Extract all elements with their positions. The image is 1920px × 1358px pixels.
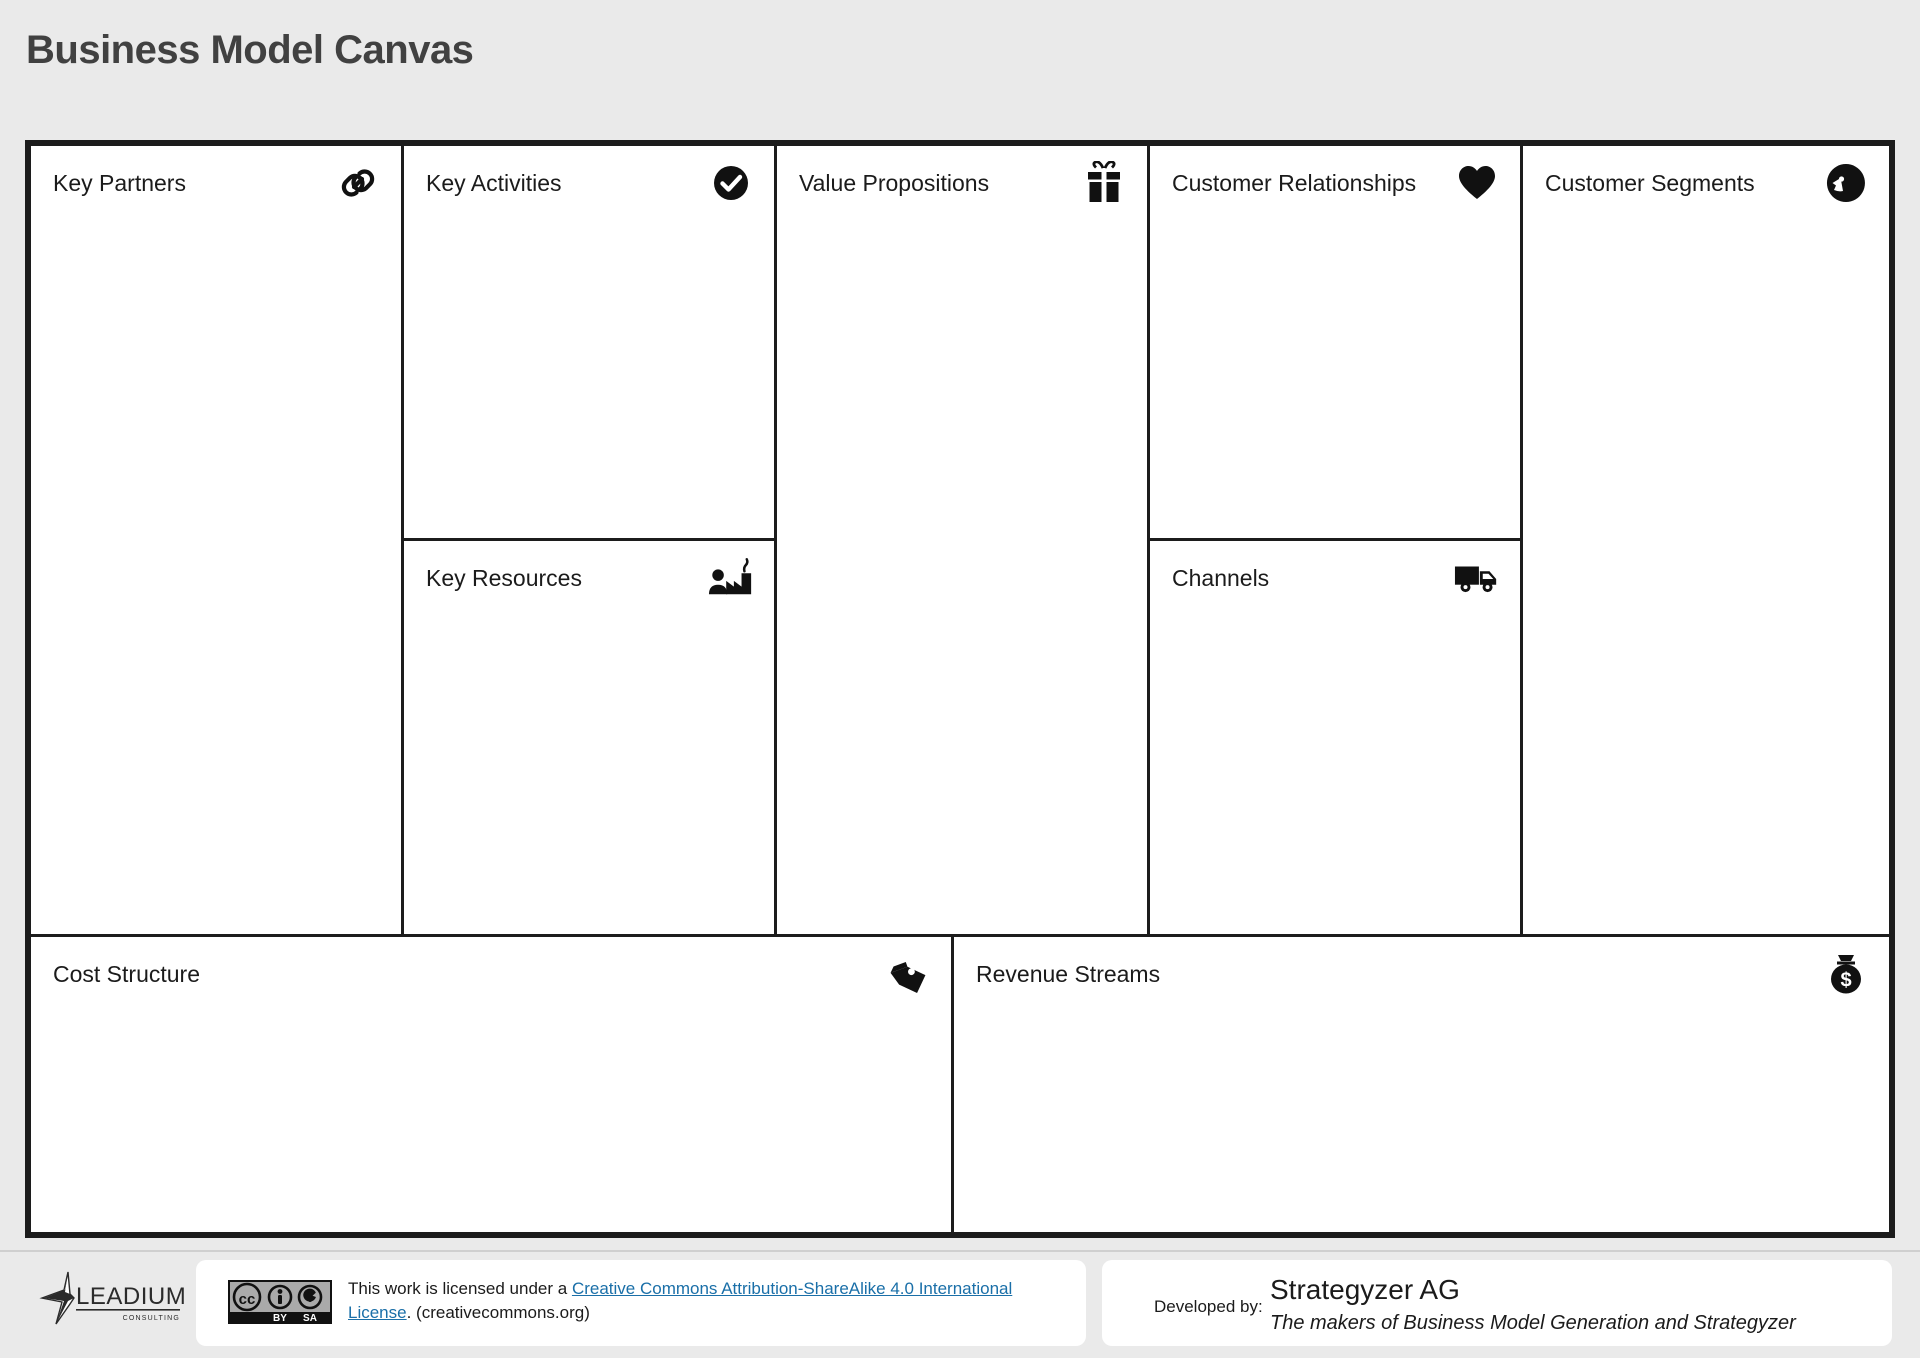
canvas-block-customer-segments[interactable]: Customer Segments [1523, 146, 1889, 934]
developed-by-panel: Developed by: Strategyzer AG The makers … [1102, 1260, 1892, 1346]
canvas-grid: Key Partners Key Activities Key Resource… [31, 146, 1889, 1232]
check-circle-icon [708, 160, 754, 206]
heart-icon [1454, 160, 1500, 206]
canvas-block-cost-structure[interactable]: Cost Structure [31, 937, 951, 1232]
price-tag-icon [885, 951, 931, 997]
block-header: Cost Structure [31, 937, 951, 1011]
block-label-value-propositions: Value Propositions [799, 169, 990, 196]
delivery-truck-icon [1454, 555, 1500, 601]
svg-text:cc: cc [239, 1291, 256, 1308]
leadium-logo: LEADIUM CONSULTING [34, 1268, 186, 1330]
block-label-key-resources: Key Resources [426, 564, 582, 591]
canvas-block-customer-relationships[interactable]: Customer Relationships [1150, 146, 1520, 538]
block-label-revenue-streams: Revenue Streams [976, 960, 1161, 987]
block-header: Key Resources [404, 541, 774, 615]
leadium-tagline: CONSULTING [123, 1315, 180, 1322]
license-panel: cc BY SA This work is licensed under a C… [196, 1260, 1086, 1346]
block-header: Customer Segments [1523, 146, 1889, 220]
gift-box-icon [1081, 160, 1127, 206]
developer-tagline: The makers of Business Model Generation … [1270, 1312, 1796, 1334]
footer: LEADIUM CONSULTING cc BY SA This work is… [0, 1250, 1920, 1358]
block-header: Customer Relationships [1150, 146, 1520, 220]
license-suffix: . (creativecommons.org) [406, 1303, 590, 1322]
block-label-customer-segments: Customer Segments [1545, 169, 1755, 196]
license-text: This work is licensed under a Creative C… [348, 1277, 1058, 1325]
canvas-block-channels[interactable]: Channels [1150, 541, 1520, 934]
block-label-channels: Channels [1172, 564, 1270, 591]
money-bag-icon: $ [1823, 951, 1869, 997]
factory-worker-icon [708, 555, 754, 601]
developer-name: Strategyzer AG [1270, 1274, 1460, 1305]
block-header: Key Activities [404, 146, 774, 220]
cc-by-label: BY [273, 1313, 287, 1324]
canvas-block-key-partners[interactable]: Key Partners [31, 146, 401, 934]
footer-divider [0, 1250, 1920, 1252]
canvas-block-value-propositions[interactable]: Value Propositions [777, 146, 1147, 934]
chain-link-icon [335, 160, 381, 206]
block-header: Revenue Streams $ [954, 937, 1889, 1011]
canvas-block-key-resources[interactable]: Key Resources [404, 541, 774, 934]
canvas-block-key-activities[interactable]: Key Activities [404, 146, 774, 538]
block-label-key-activities: Key Activities [426, 169, 562, 196]
creative-commons-badge-icon: cc BY SA [228, 1280, 332, 1324]
block-header: Channels [1150, 541, 1520, 615]
page-title: Business Model Canvas [26, 28, 474, 72]
leadium-wordmark: LEADIUM [76, 1283, 184, 1310]
person-head-icon [1823, 160, 1869, 206]
block-label-key-partners: Key Partners [53, 169, 186, 196]
block-label-customer-relationships: Customer Relationships [1172, 169, 1417, 196]
block-header: Value Propositions [777, 146, 1147, 220]
block-header: Key Partners [31, 146, 401, 220]
svg-text:$: $ [1840, 970, 1851, 992]
block-label-cost-structure: Cost Structure [53, 960, 200, 987]
cc-sa-label: SA [303, 1313, 317, 1324]
business-model-canvas-frame: Key Partners Key Activities Key Resource… [25, 140, 1895, 1238]
license-prefix: This work is licensed under a [348, 1279, 572, 1298]
canvas-block-revenue-streams[interactable]: Revenue Streams $ [954, 937, 1889, 1232]
developed-by-label: Developed by: [1154, 1297, 1263, 1316]
